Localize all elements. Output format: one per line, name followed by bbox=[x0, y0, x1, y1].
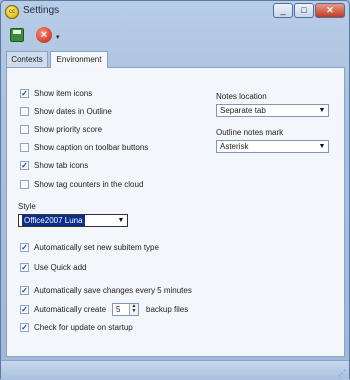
tab-contexts[interactable]: Contexts bbox=[6, 51, 48, 67]
checkbox-label: Show caption on toolbar buttons bbox=[34, 143, 149, 152]
checkbox-box[interactable] bbox=[20, 107, 29, 116]
stepper-value: 5 bbox=[116, 305, 121, 314]
backup-files-label: backup files bbox=[146, 305, 189, 314]
checkbox-box[interactable]: ✓ bbox=[20, 89, 29, 98]
checkbox-label: Check for update on startup bbox=[34, 323, 133, 332]
dropdown-value: Office2007 Luna bbox=[22, 215, 85, 226]
checkbox-box[interactable]: ✓ bbox=[20, 161, 29, 170]
notes-location-dropdown[interactable]: Separate tab ▼ bbox=[216, 104, 329, 117]
outline-mark-dropdown[interactable]: Asterisk ▼ bbox=[216, 140, 329, 153]
backup-count-stepper[interactable]: 5 ▲ ▼ bbox=[112, 303, 139, 316]
chevron-down-icon[interactable]: ▼ bbox=[317, 142, 327, 151]
checkbox-box[interactable] bbox=[20, 143, 29, 152]
checkbox-box[interactable]: ✓ bbox=[20, 263, 29, 272]
resize-grip-icon[interactable]: ⋰ bbox=[338, 369, 346, 378]
checkbox-box[interactable] bbox=[20, 125, 29, 134]
minimize-button[interactable]: _ bbox=[273, 3, 293, 18]
window-title: Settings bbox=[23, 5, 60, 16]
toolbar-overflow-icon[interactable]: ▾ bbox=[56, 33, 60, 41]
checkbox-label: Show priority score bbox=[34, 125, 103, 134]
style-dropdown[interactable]: Office2007 Luna ▼ bbox=[18, 214, 128, 227]
maximize-button[interactable]: □ bbox=[294, 3, 314, 18]
checkbox-box[interactable]: ✓ bbox=[20, 286, 29, 295]
toolbar: × ▾ bbox=[1, 22, 349, 49]
save-disk-icon bbox=[10, 28, 24, 42]
stepper-arrows-icon[interactable]: ▲ ▼ bbox=[129, 304, 138, 315]
chevron-down-icon[interactable]: ▼ bbox=[317, 106, 327, 115]
checkbox-label: Show dates in Outline bbox=[34, 107, 112, 116]
cancel-icon: × bbox=[36, 27, 52, 43]
checkbox-box[interactable] bbox=[20, 180, 29, 189]
checkbox-box[interactable]: ✓ bbox=[20, 305, 29, 314]
checkbox-box[interactable]: ✓ bbox=[20, 323, 29, 332]
dropdown-value: Asterisk bbox=[220, 142, 249, 151]
checkbox-label: Use Quick add bbox=[34, 263, 87, 272]
outline-mark-label: Outline notes mark bbox=[216, 128, 284, 137]
checkbox-label: Automatically save changes every 5 minut… bbox=[34, 286, 192, 295]
tab-environment[interactable]: Environment bbox=[50, 51, 108, 68]
app-icon: cc bbox=[5, 5, 19, 19]
style-label: Style bbox=[18, 202, 36, 211]
status-bar: ⋰ bbox=[1, 360, 349, 380]
checkbox-label: Show tag counters in the cloud bbox=[34, 180, 144, 189]
chevron-down-icon[interactable]: ▼ bbox=[116, 216, 126, 225]
checkbox-label: Show item icons bbox=[34, 89, 93, 98]
checkbox-box[interactable]: ✓ bbox=[20, 243, 29, 252]
checkbox-label: Show tab icons bbox=[34, 161, 89, 170]
save-button[interactable] bbox=[8, 26, 26, 44]
notes-location-label: Notes location bbox=[216, 92, 267, 101]
close-button[interactable]: ✕ bbox=[315, 3, 345, 18]
checkbox-label: Automatically create bbox=[34, 305, 107, 314]
title-bar: cc Settings _ □ ✕ bbox=[1, 1, 349, 21]
environment-panel: ✓ Show item icons Show dates in Outline … bbox=[6, 67, 345, 357]
dropdown-value: Separate tab bbox=[220, 106, 266, 115]
checkbox-label: Automatically set new subitem type bbox=[34, 243, 159, 252]
settings-window: cc Settings _ □ ✕ × ▾ Contexts Environme… bbox=[0, 0, 350, 380]
cancel-button[interactable]: × bbox=[35, 26, 53, 44]
